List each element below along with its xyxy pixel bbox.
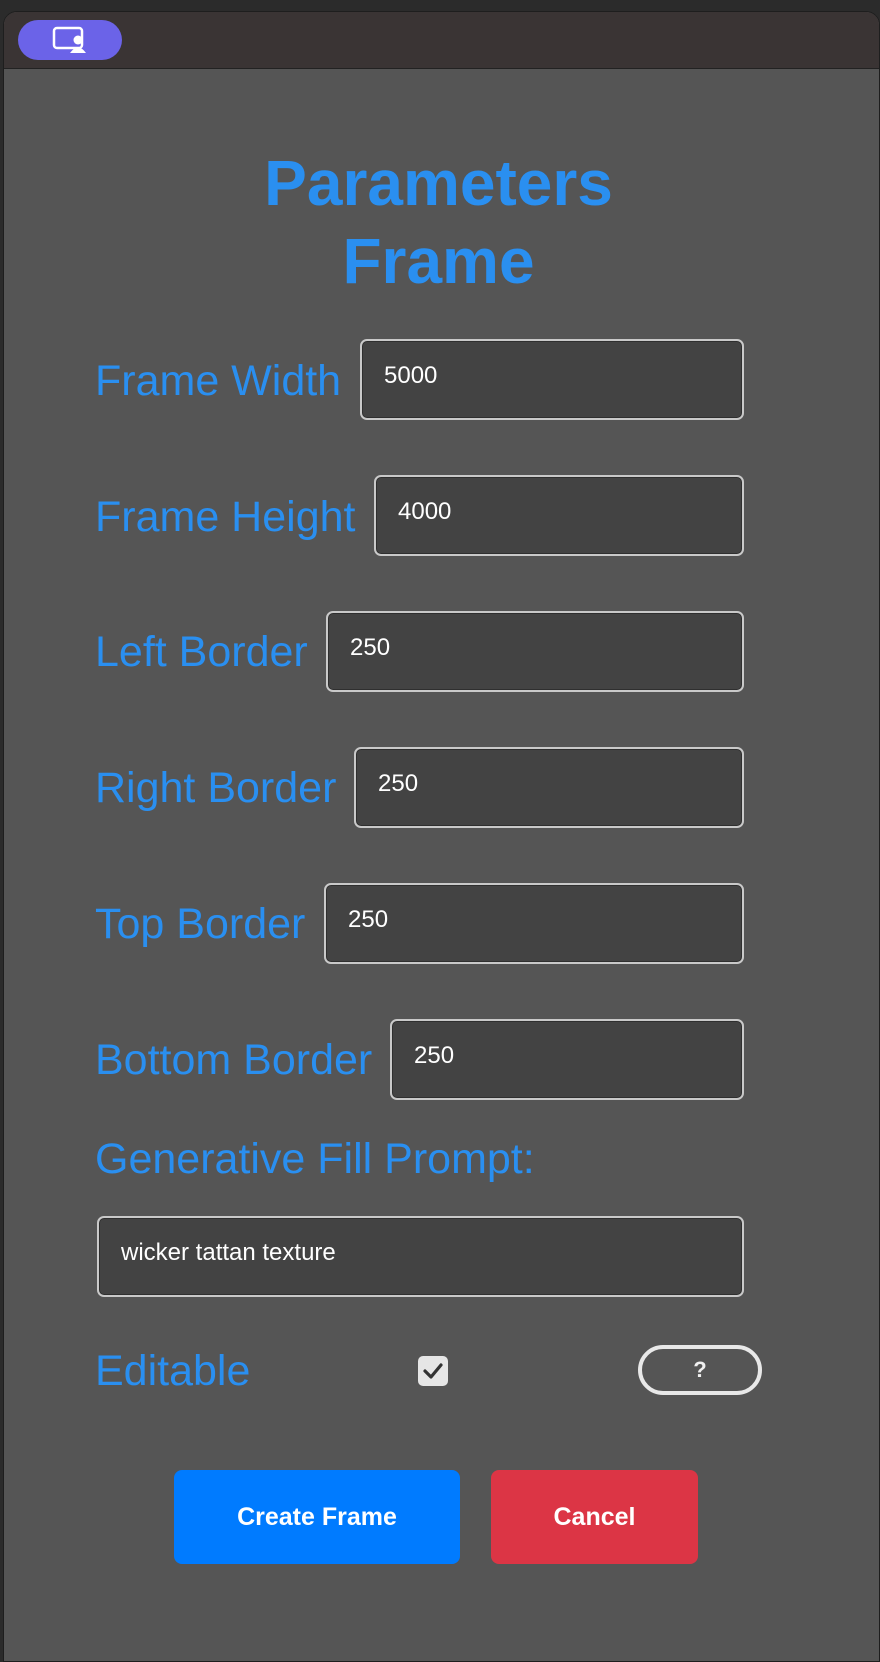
help-button[interactable]: ? xyxy=(638,1345,762,1395)
frame-height-input[interactable]: 4000 xyxy=(374,475,744,556)
frame-width-input[interactable]: 5000 xyxy=(360,339,744,420)
left-border-label: Left Border xyxy=(95,628,308,676)
editable-label: Editable xyxy=(95,1347,251,1395)
app-switcher-button[interactable] xyxy=(18,20,122,60)
frame-width-label: Frame Width xyxy=(95,357,342,405)
top-border-input[interactable]: 250 xyxy=(324,883,744,964)
bottom-border-label: Bottom Border xyxy=(95,1036,373,1084)
checkmark-icon xyxy=(423,1363,443,1379)
user-screen-icon xyxy=(52,26,86,53)
title-bar xyxy=(4,12,879,69)
page-title-line-2: Frame xyxy=(342,225,535,297)
left-border-input[interactable]: 250 xyxy=(326,611,744,692)
prompt-label: Generative Fill Prompt: xyxy=(95,1135,535,1183)
bottom-border-input[interactable]: 250 xyxy=(390,1019,744,1100)
editable-checkbox[interactable] xyxy=(418,1356,448,1386)
frame-height-label: Frame Height xyxy=(95,493,356,541)
prompt-input[interactable]: wicker tattan texture xyxy=(97,1216,744,1297)
create-frame-button[interactable]: Create Frame xyxy=(174,1470,460,1564)
page-title-line-1: Parameters xyxy=(264,147,613,219)
right-border-label: Right Border xyxy=(95,764,337,812)
cancel-button[interactable]: Cancel xyxy=(491,1470,698,1564)
right-border-input[interactable]: 250 xyxy=(354,747,744,828)
top-border-label: Top Border xyxy=(95,900,306,948)
